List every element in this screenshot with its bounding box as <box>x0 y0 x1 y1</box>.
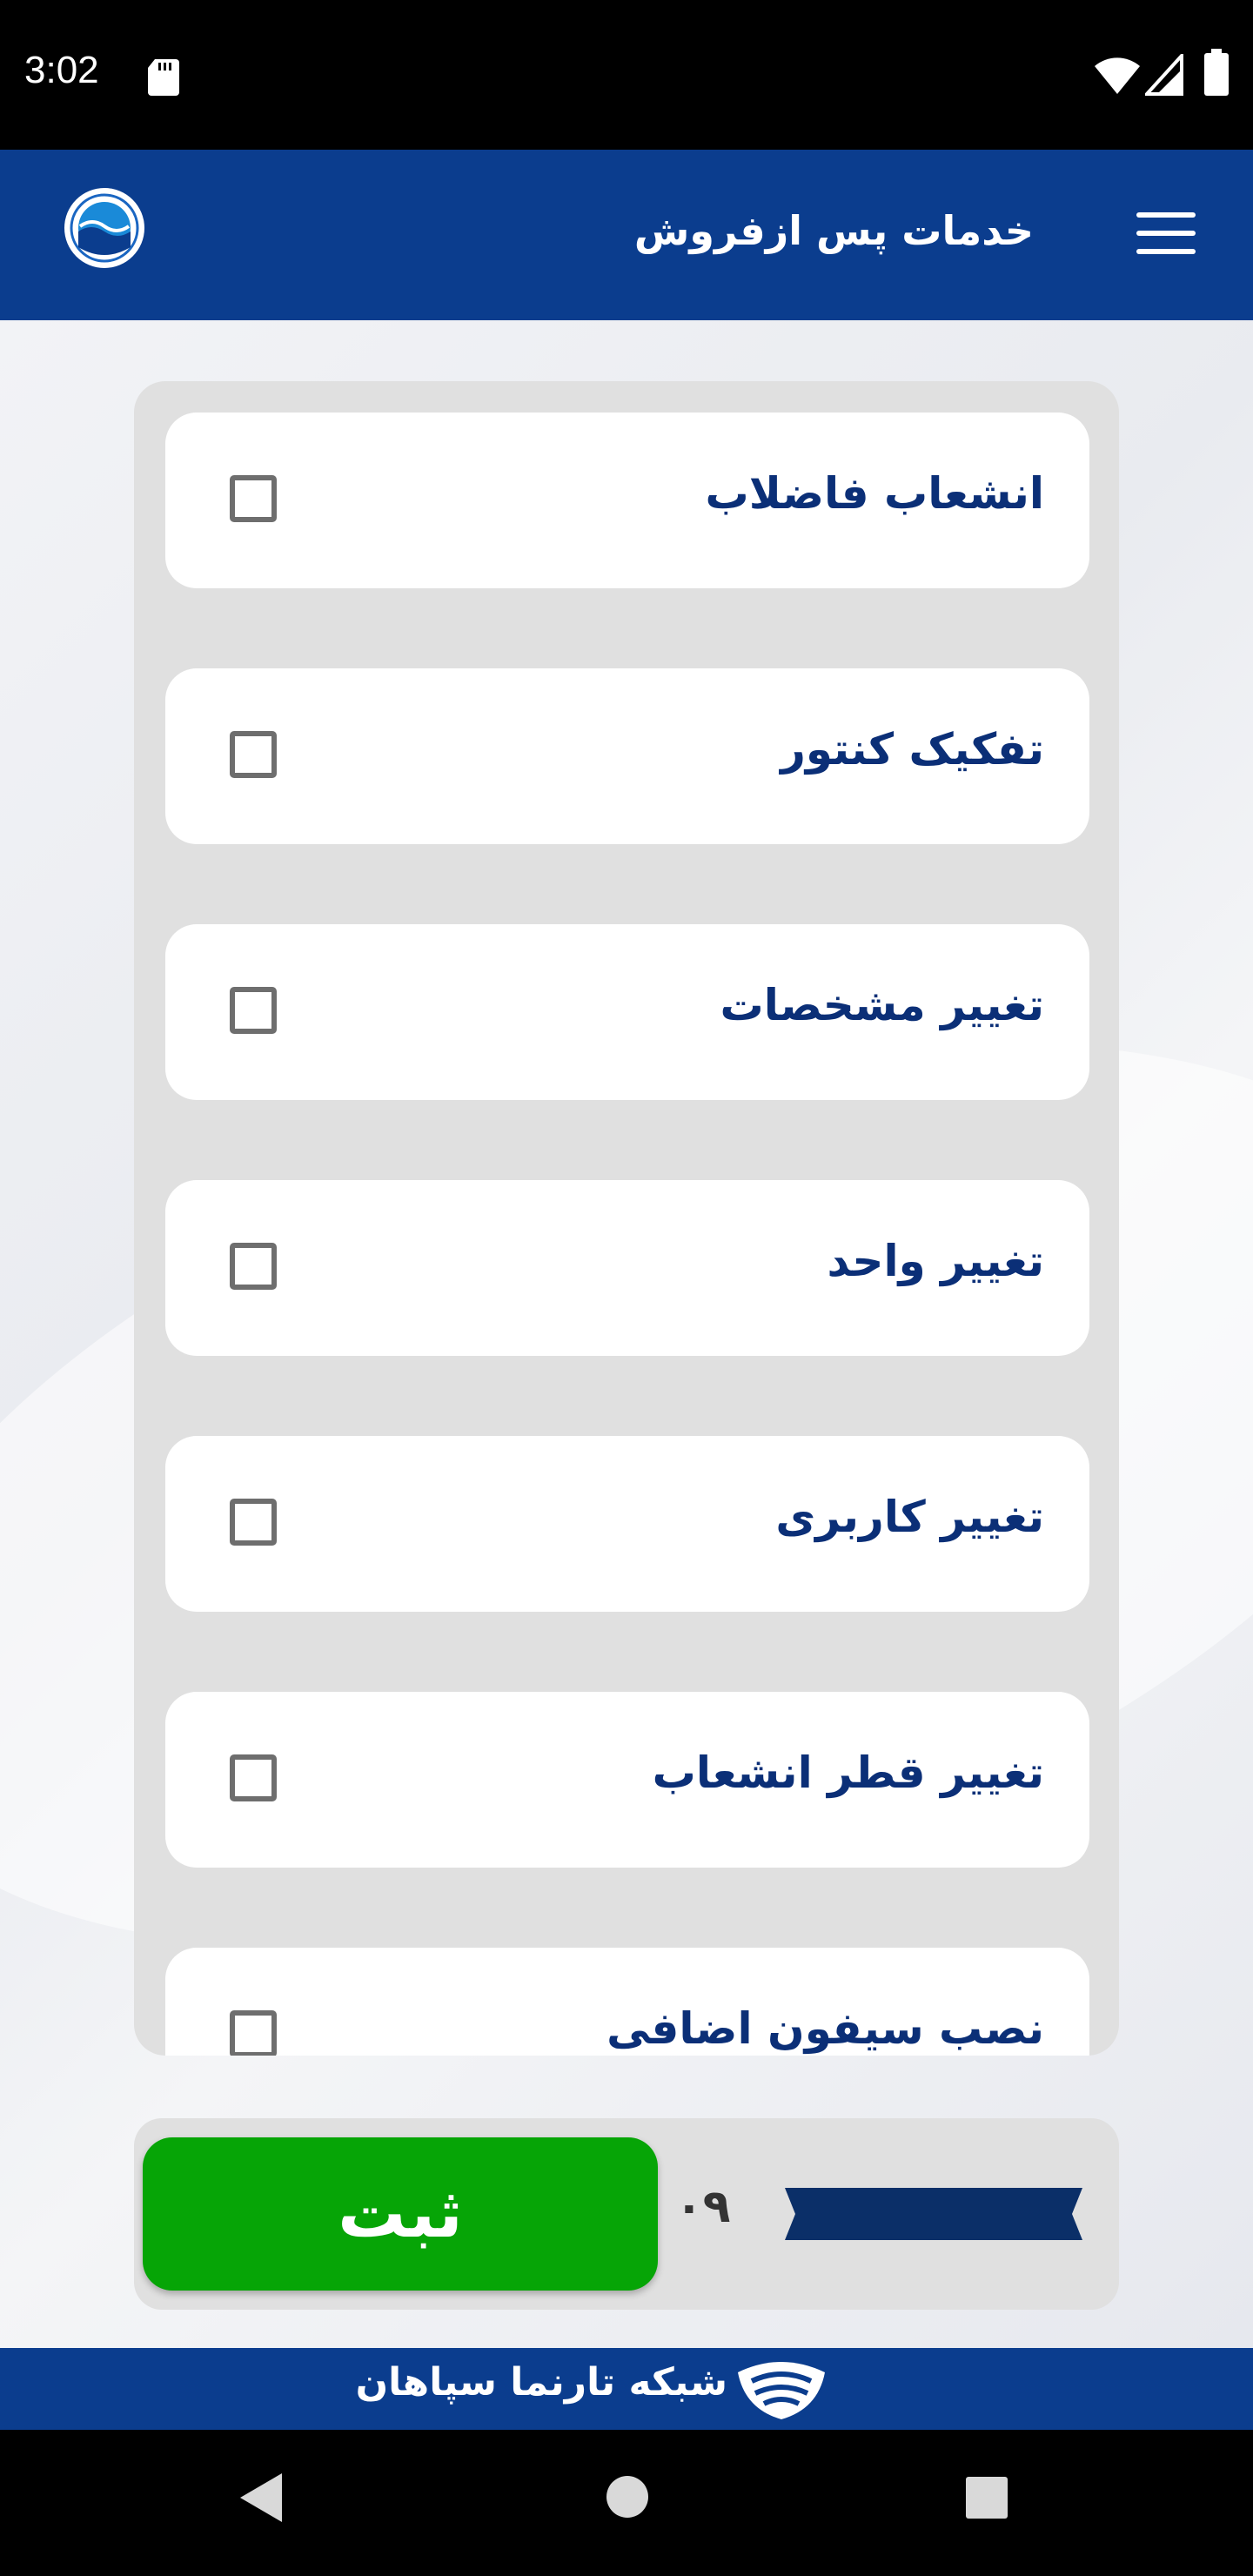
service-item[interactable]: تغییر قطر انشعاب <box>165 1692 1089 1868</box>
wifi-icon <box>1095 57 1140 94</box>
status-time: 3:02 <box>24 49 99 91</box>
masked-phone-number <box>785 2188 1082 2240</box>
service-item[interactable]: تغییر کاربری <box>165 1436 1089 1612</box>
service-label: تغییر واحد <box>827 1236 1044 1286</box>
service-label: تغییر کاربری <box>775 1492 1044 1542</box>
brand-logo-icon <box>738 2362 825 2419</box>
submit-button[interactable]: ثبت <box>143 2137 658 2291</box>
footer-brand-text: شبکه تارنما سپاهان <box>355 2360 727 2405</box>
service-item[interactable]: تفکیک کنتور <box>165 668 1089 844</box>
status-bar: 3:02 <box>0 0 1253 150</box>
signal-icon <box>1145 54 1183 96</box>
sd-card-icon <box>148 59 179 96</box>
service-item[interactable]: انشعاب فاضلاب <box>165 413 1089 588</box>
service-label: تغییر قطر انشعاب <box>652 1748 1044 1798</box>
water-company-logo-icon[interactable] <box>63 186 146 270</box>
service-label: تغییر مشخصات <box>720 980 1045 1030</box>
page-title: خدمات پس ازفروش <box>633 207 1034 254</box>
home-icon[interactable] <box>606 2475 649 2519</box>
action-panel: ثبت ۰۹ <box>134 2118 1119 2310</box>
back-icon[interactable] <box>237 2470 285 2526</box>
recents-icon[interactable] <box>966 2477 1008 2519</box>
service-item[interactable]: نصب سیفون اضافی <box>165 1948 1089 2056</box>
service-checkbox[interactable] <box>230 1754 277 1801</box>
screen: 3:02 خدمات پس ازفروش انشعاب فاضلاب تفکیک… <box>0 0 1253 2576</box>
service-list[interactable]: انشعاب فاضلاب تفکیک کنتور تغییر مشخصات ت… <box>134 381 1119 2056</box>
footer-bar: شبکه تارنما سپاهان <box>0 2348 1253 2430</box>
phone-prefix: ۰۹ <box>675 2181 731 2233</box>
battery-icon <box>1204 49 1229 96</box>
navigation-bar <box>0 2430 1253 2576</box>
service-checkbox[interactable] <box>230 475 277 522</box>
service-item[interactable]: تغییر مشخصات <box>165 924 1089 1100</box>
service-checkbox[interactable] <box>230 2010 277 2056</box>
service-item[interactable]: تغییر واحد <box>165 1180 1089 1356</box>
service-checkbox[interactable] <box>230 1243 277 1290</box>
service-checkbox[interactable] <box>230 1499 277 1546</box>
service-checkbox[interactable] <box>230 987 277 1034</box>
app-bar <box>0 150 1253 320</box>
service-label: نصب سیفون اضافی <box>606 2003 1044 2054</box>
service-label: تفکیک کنتور <box>781 724 1044 775</box>
service-checkbox[interactable] <box>230 731 277 778</box>
hamburger-menu-icon[interactable] <box>1136 212 1196 258</box>
service-label: انشعاب فاضلاب <box>705 468 1044 519</box>
